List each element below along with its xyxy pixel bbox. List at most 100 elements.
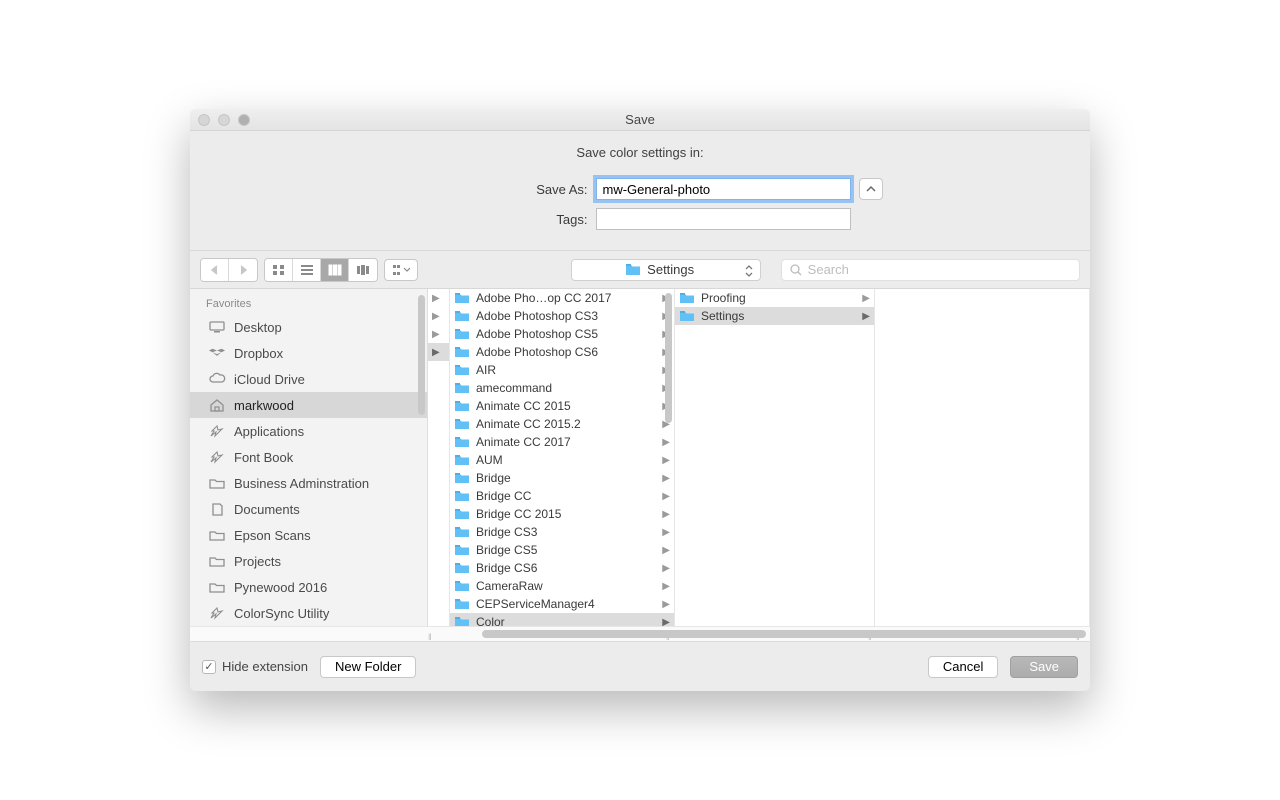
- forward-button[interactable]: [229, 259, 257, 281]
- group-icon: [392, 264, 410, 276]
- coverflow-icon: [356, 264, 370, 276]
- sidebar-item[interactable]: Dropbox: [190, 340, 427, 366]
- folder-label: amecommand: [476, 381, 662, 395]
- sidebar-header: Favorites: [190, 289, 427, 314]
- location-label: Settings: [647, 262, 694, 277]
- sidebar-scrollbar[interactable]: [418, 295, 425, 620]
- folder-row[interactable]: Bridge CS3▶: [450, 523, 674, 541]
- folder-row[interactable]: CameraRaw▶: [450, 577, 674, 595]
- collapse-button[interactable]: [859, 178, 883, 200]
- dialog-footer: Hide extension New Folder Cancel Save: [190, 641, 1090, 691]
- folder-icon: [208, 580, 226, 594]
- sidebar-item[interactable]: Documents: [190, 496, 427, 522]
- sidebar-item[interactable]: ColorSync Utility: [190, 600, 427, 626]
- disclosure-arrow-icon: ▶: [662, 545, 670, 556]
- tags-input[interactable]: [596, 208, 851, 230]
- search-input[interactable]: [808, 262, 1071, 277]
- app-icon: [208, 606, 226, 620]
- folder-row[interactable]: amecommand▶: [450, 379, 674, 397]
- folder-row[interactable]: Adobe Photoshop CS3▶: [450, 307, 674, 325]
- folder-label: Animate CC 2015: [476, 399, 662, 413]
- folder-row[interactable]: Animate CC 2017▶: [450, 433, 674, 451]
- folder-row[interactable]: Settings▶: [675, 307, 874, 325]
- sidebar-item-label: Epson Scans: [234, 528, 311, 543]
- sidebar-item-label: Projects: [234, 554, 281, 569]
- folder-row[interactable]: Adobe Photoshop CS5▶: [450, 325, 674, 343]
- folder-row[interactable]: Bridge CC 2015▶: [450, 505, 674, 523]
- doc-icon: [208, 502, 226, 516]
- disclosure-arrow-icon: ▶: [662, 491, 670, 502]
- folder-row[interactable]: Animate CC 2015▶: [450, 397, 674, 415]
- toolbar: Settings: [190, 250, 1090, 288]
- grid-icon: [272, 264, 286, 276]
- disclosure-arrow-icon: ▶: [862, 293, 870, 304]
- folder-row[interactable]: Animate CC 2015.2▶: [450, 415, 674, 433]
- new-folder-button[interactable]: New Folder: [320, 656, 416, 678]
- sidebar-item[interactable]: Epson Scans: [190, 522, 427, 548]
- save-as-label: Save As:: [398, 182, 588, 197]
- sidebar-item[interactable]: Business Adminstration: [190, 470, 427, 496]
- disclosure-arrow-icon: ▶: [662, 509, 670, 520]
- folder-row[interactable]: CEPServiceManager4▶: [450, 595, 674, 613]
- sidebar-item-label: markwood: [234, 398, 294, 413]
- sidebar-item[interactable]: Desktop: [190, 314, 427, 340]
- column-resize-handle[interactable]: ‖: [428, 635, 440, 639]
- column-view-button[interactable]: [321, 259, 349, 281]
- horizontal-scrollbar[interactable]: ‖ ‖ ‖ ‖: [190, 626, 1090, 641]
- folder-row[interactable]: Bridge CS6▶: [450, 559, 674, 577]
- sidebar-item-label: iCloud Drive: [234, 372, 305, 387]
- folder-row[interactable]: Bridge▶: [450, 469, 674, 487]
- sidebar-item[interactable]: Pynewood 2016: [190, 574, 427, 600]
- folder-label: AUM: [476, 453, 662, 467]
- folder-row[interactable]: Adobe Pho…op CC 2017▶: [450, 289, 674, 307]
- tags-label: Tags:: [398, 212, 588, 227]
- disclosure-arrow-icon: ▶: [662, 455, 670, 466]
- home-icon: [208, 398, 226, 412]
- column-2[interactable]: Proofing▶Settings▶: [675, 289, 875, 626]
- folder-row[interactable]: Color▶: [450, 613, 674, 626]
- folder-label: Bridge CS6: [476, 561, 662, 575]
- column-1[interactable]: Adobe Pho…op CC 2017▶Adobe Photoshop CS3…: [450, 289, 675, 626]
- folder-label: Bridge CS5: [476, 543, 662, 557]
- sidebar-item-label: Desktop: [234, 320, 282, 335]
- disclosure-arrow-icon: ▶: [662, 473, 670, 484]
- save-dialog: Save Save color settings in: Save As: Ta…: [190, 109, 1090, 691]
- folder-label: Settings: [701, 309, 862, 323]
- sidebar-item[interactable]: Projects: [190, 548, 427, 574]
- search-box[interactable]: [781, 259, 1080, 281]
- hide-extension-checkbox[interactable]: Hide extension: [202, 659, 308, 674]
- folder-row[interactable]: Bridge CS5▶: [450, 541, 674, 559]
- cancel-button[interactable]: Cancel: [928, 656, 998, 678]
- icon-view-button[interactable]: [265, 259, 293, 281]
- checkbox-icon: [202, 660, 216, 674]
- chevron-right-icon: [239, 265, 248, 275]
- save-as-input[interactable]: [596, 178, 851, 200]
- app-icon: [208, 424, 226, 438]
- disclosure-arrow-icon: ▶: [662, 527, 670, 538]
- disclosure-arrow-icon: ▶: [862, 311, 870, 322]
- folder-row[interactable]: Bridge CC▶: [450, 487, 674, 505]
- disclosure-arrow-icon: ▶: [662, 581, 670, 592]
- folder-label: CEPServiceManager4: [476, 597, 662, 611]
- sidebar-item[interactable]: markwood: [190, 392, 427, 418]
- folder-label: Bridge: [476, 471, 662, 485]
- location-popup[interactable]: Settings: [571, 259, 761, 281]
- folder-icon: [208, 554, 226, 568]
- list-view-button[interactable]: [293, 259, 321, 281]
- folder-row[interactable]: Proofing▶: [675, 289, 874, 307]
- chevron-left-icon: [210, 265, 219, 275]
- sidebar-item[interactable]: iCloud Drive: [190, 366, 427, 392]
- sidebar-item[interactable]: Font Book: [190, 444, 427, 470]
- save-button[interactable]: Save: [1010, 656, 1078, 678]
- coverflow-view-button[interactable]: [349, 259, 377, 281]
- column-prev-sliver[interactable]: ▶ ▶ ▶ ▶: [428, 289, 450, 626]
- sidebar-item[interactable]: Applications: [190, 418, 427, 444]
- chevron-up-icon: [866, 185, 876, 193]
- folder-row[interactable]: AUM▶: [450, 451, 674, 469]
- folder-row[interactable]: AIR▶: [450, 361, 674, 379]
- group-by-button[interactable]: [384, 259, 418, 281]
- column-1-scrollbar[interactable]: [665, 293, 672, 423]
- folder-row[interactable]: Adobe Photoshop CS6▶: [450, 343, 674, 361]
- folder-label: Bridge CC: [476, 489, 662, 503]
- back-button[interactable]: [201, 259, 229, 281]
